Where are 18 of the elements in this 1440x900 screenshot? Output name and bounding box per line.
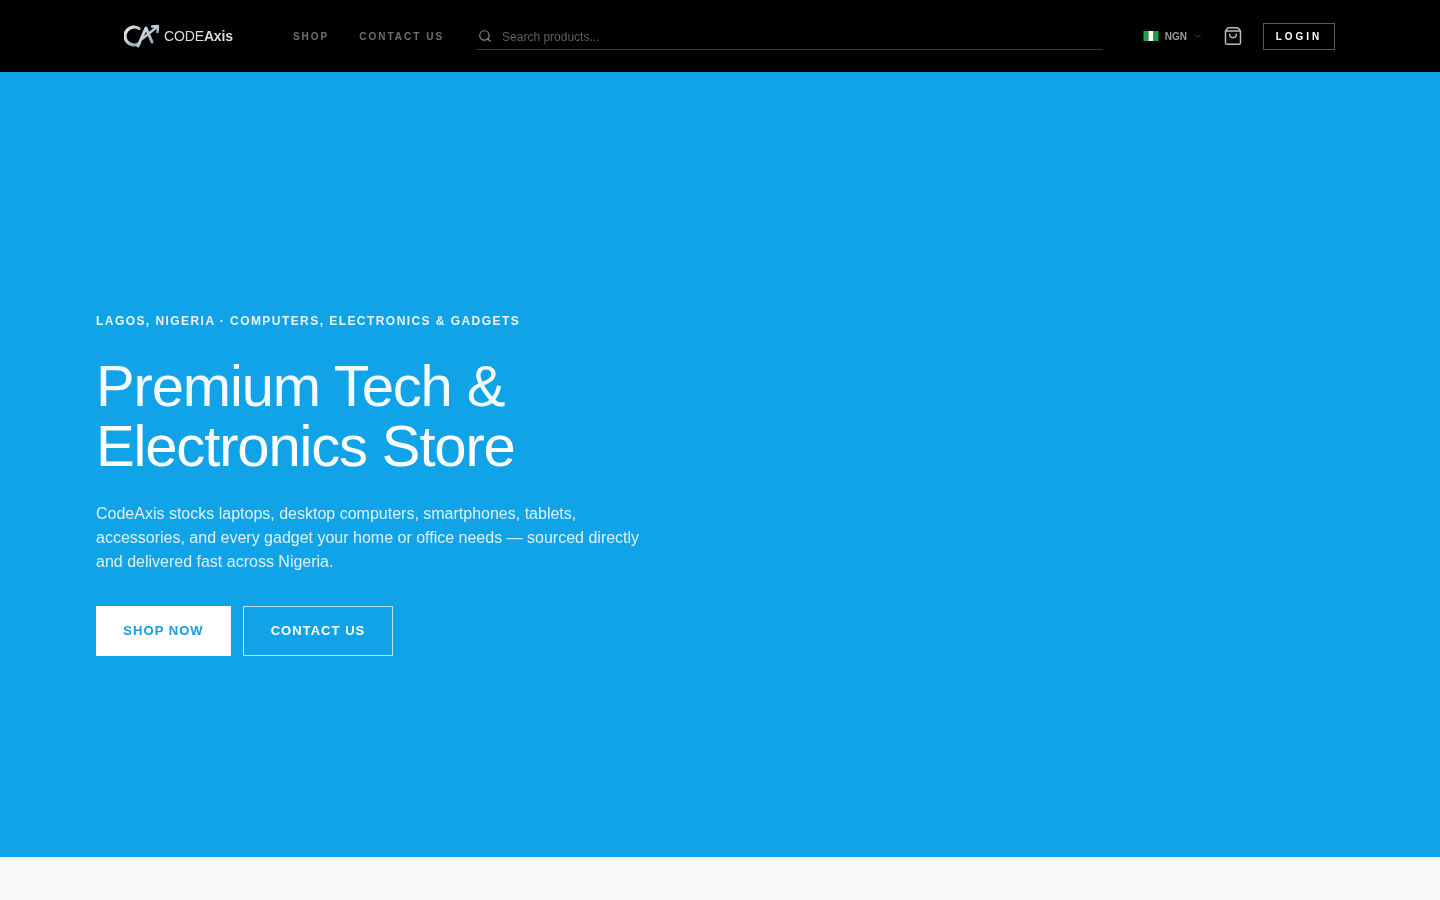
hero-title-line: Electronics Store [96, 416, 515, 476]
shopping-bag-icon [1223, 26, 1243, 46]
shop-now-button[interactable]: SHOP NOW [96, 606, 231, 656]
currency-selector[interactable]: NGN [1142, 28, 1203, 44]
logo-icon [124, 24, 160, 48]
hero-title-line: Premium Tech & [96, 356, 505, 416]
chevron-down-icon [1193, 31, 1203, 41]
hero-description: CodeAxis stocks laptops, desktop computers, smartphones, tablets, accessories, and every gadget your home or office needs — sourced directly and delivered fast across Nigeria. [96, 504, 641, 572]
search-field[interactable]: Search products... [476, 25, 1103, 50]
hero-eyebrow: LAGOS, NIGERIA · COMPUTERS, ELECTRONICS & GADGETS [96, 314, 521, 328]
flag-icon [1142, 31, 1159, 41]
login-button[interactable]: LOGIN [1263, 22, 1335, 50]
logo-text: CODEAxis [164, 26, 233, 46]
contact-us-button[interactable]: CONTACT US [243, 606, 393, 656]
cart-button[interactable] [1223, 26, 1243, 46]
nav-link[interactable]: CONTACT US [359, 28, 445, 44]
nav-link[interactable]: SHOP [292, 28, 330, 44]
search-icon [478, 29, 493, 44]
